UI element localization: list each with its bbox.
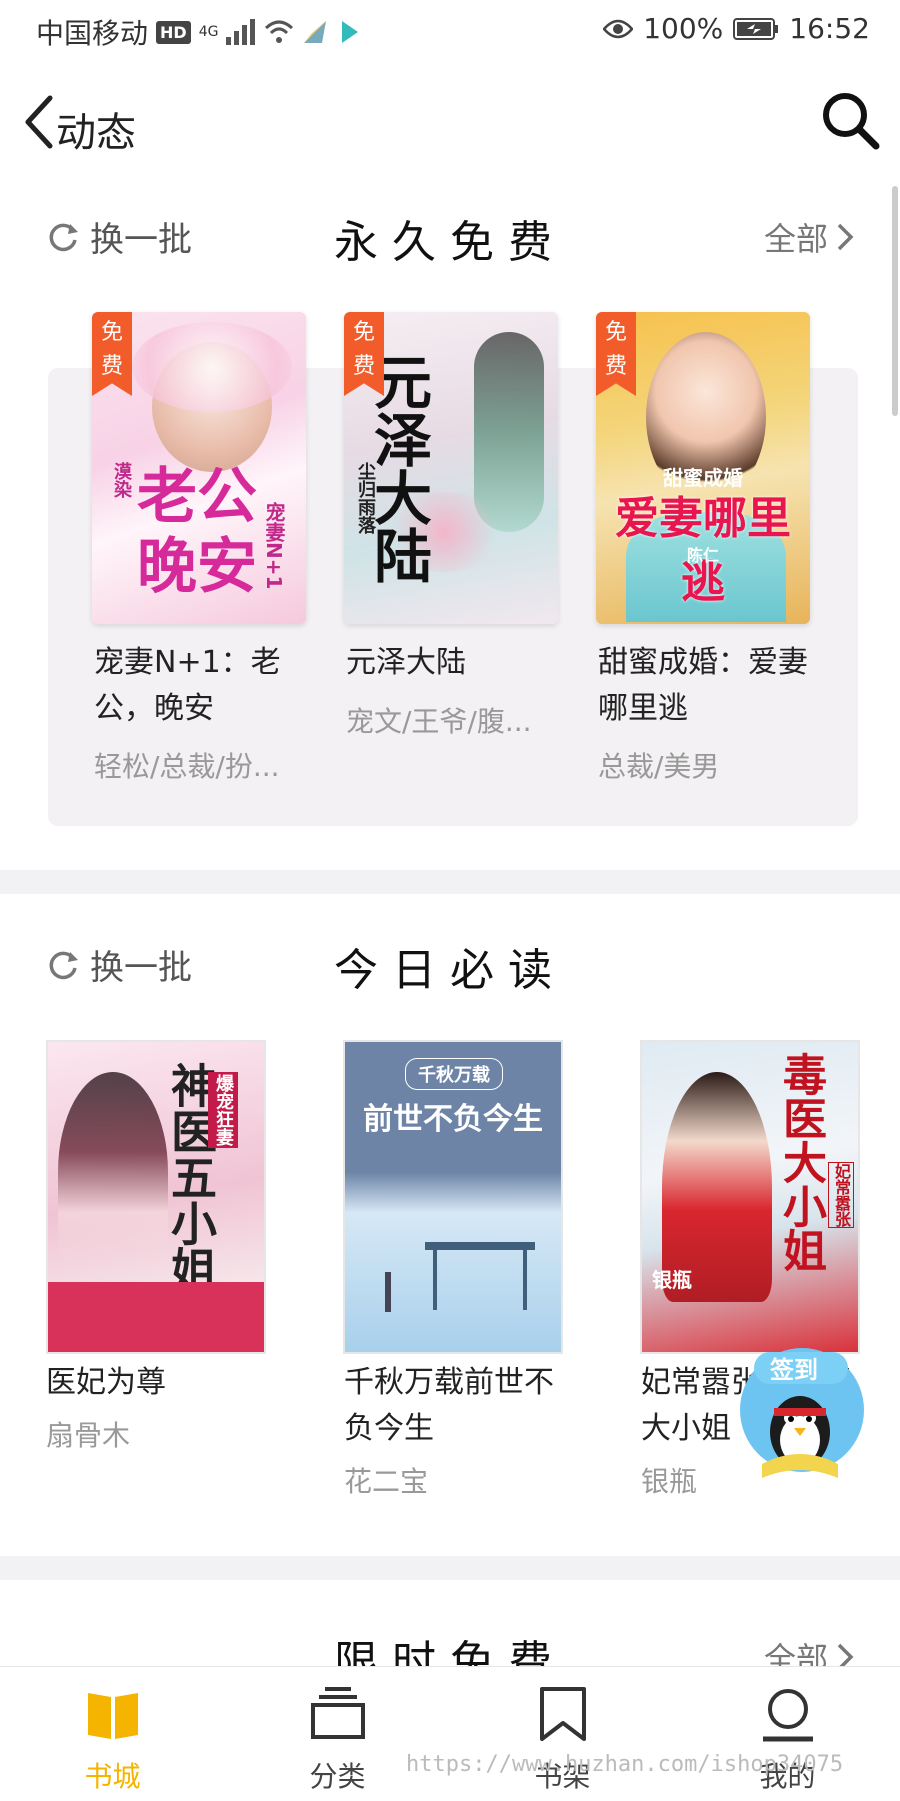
search-icon[interactable] xyxy=(818,88,882,152)
tab-bookshelf[interactable]: 书架 xyxy=(450,1667,675,1801)
book-cover[interactable]: 爱妻哪里逃 甜蜜成婚 陈仁 免费 xyxy=(596,312,810,624)
book-icon xyxy=(88,1693,138,1739)
section-divider xyxy=(0,870,900,894)
clock: 16:52 xyxy=(789,12,870,45)
status-bar: 中国移动 HD 4G 100% 16:52 xyxy=(0,0,900,62)
cover-title: 前世不负今生 xyxy=(363,1102,543,1137)
back-arrow-icon[interactable] xyxy=(18,92,58,152)
book-title[interactable]: 宠妻N+1：老公，晚安 xyxy=(94,640,314,732)
signal-icon xyxy=(226,19,256,45)
bookmark-icon xyxy=(540,1687,586,1741)
cover-subtitle: 宠妻N+1 xyxy=(262,502,286,590)
eye-icon xyxy=(603,19,634,38)
hd-icon: HD xyxy=(156,20,191,44)
tab-profile[interactable]: 我的 xyxy=(675,1667,900,1801)
category-icon xyxy=(311,1687,365,1739)
app-notification-icon xyxy=(304,21,327,43)
play-notification-icon xyxy=(342,21,359,43)
free-badge: 免费 xyxy=(596,312,636,396)
book-title[interactable]: 甜蜜成婚：爱妻哪里逃 xyxy=(598,640,818,732)
book-cover[interactable]: 神医五小姐 爆宠狂妻 xyxy=(46,1040,266,1354)
see-all-link[interactable]: 全部 xyxy=(764,214,854,260)
cover-author: 陈仁 xyxy=(686,546,719,565)
book-tags: 总裁/美男 xyxy=(598,750,720,783)
sign-in-label: 签到 xyxy=(770,1356,818,1384)
chevron-right-icon xyxy=(837,223,854,251)
wifi-icon xyxy=(265,20,294,43)
page-title: 动态 xyxy=(56,110,136,156)
section-divider xyxy=(0,1556,900,1580)
cover-author: 银瓶 xyxy=(652,1268,692,1292)
book-title[interactable]: 医妃为尊 xyxy=(46,1360,276,1406)
battery-icon xyxy=(733,17,779,40)
cover-title: 老公晚安 xyxy=(137,462,257,602)
cover-subtitle: 妃常嚣张 xyxy=(828,1162,854,1228)
book-author: 花二宝 xyxy=(344,1465,429,1498)
book-title[interactable]: 千秋万载前世不负今生 xyxy=(344,1360,574,1452)
cover-subtitle: 甜蜜成婚 xyxy=(663,466,743,490)
book-author: 扇骨木 xyxy=(46,1419,131,1452)
tab-bookstore[interactable]: 书城 xyxy=(0,1667,225,1801)
sign-in-button[interactable]: 签到 xyxy=(734,1344,870,1484)
book-tags: 轻松/总裁/扮... xyxy=(94,750,280,783)
bottom-tab-bar: 书城 分类 书架 我的 xyxy=(0,1666,900,1801)
book-tags: 宠文/王爷/腹... xyxy=(346,705,532,738)
section-title-today: 今日必读 xyxy=(334,945,566,996)
carrier-label: 中国移动 xyxy=(36,17,149,50)
network-label: 4G xyxy=(198,24,219,40)
tab-category[interactable]: 分类 xyxy=(225,1667,450,1801)
book-cover[interactable]: 元泽大陆 尘归雨落 免费 xyxy=(344,312,558,624)
profile-icon xyxy=(763,1689,813,1742)
cover-author: 尘归雨落 xyxy=(355,462,376,534)
free-badge: 免费 xyxy=(344,312,384,396)
cover-subtitle: 爆宠狂妻 xyxy=(208,1072,238,1148)
cover-subtitle: 千秋万载 xyxy=(405,1058,503,1090)
tab-label: 书城 xyxy=(84,1760,141,1793)
book-cover[interactable]: 千秋万载 前世不负今生 xyxy=(343,1040,563,1354)
battery-percent: 100% xyxy=(643,12,724,45)
watermark: https://www.huzhan.com/ishop34075 xyxy=(406,1752,844,1777)
nav-header: 动态 xyxy=(0,62,900,182)
see-all-label: 全部 xyxy=(763,220,828,258)
cover-title: 毒医大小姐 xyxy=(775,1052,826,1272)
scrollbar[interactable] xyxy=(892,186,898,416)
book-title[interactable]: 元泽大陆 xyxy=(346,640,566,686)
cover-author: 漠染 xyxy=(111,462,132,498)
book-cover[interactable]: 毒医大小姐 妃常嚣张 银瓶 xyxy=(640,1040,860,1354)
free-badge: 免费 xyxy=(92,312,132,396)
book-cover[interactable]: 老公晚安 宠妻N+1 漠染 免费 xyxy=(92,312,306,624)
